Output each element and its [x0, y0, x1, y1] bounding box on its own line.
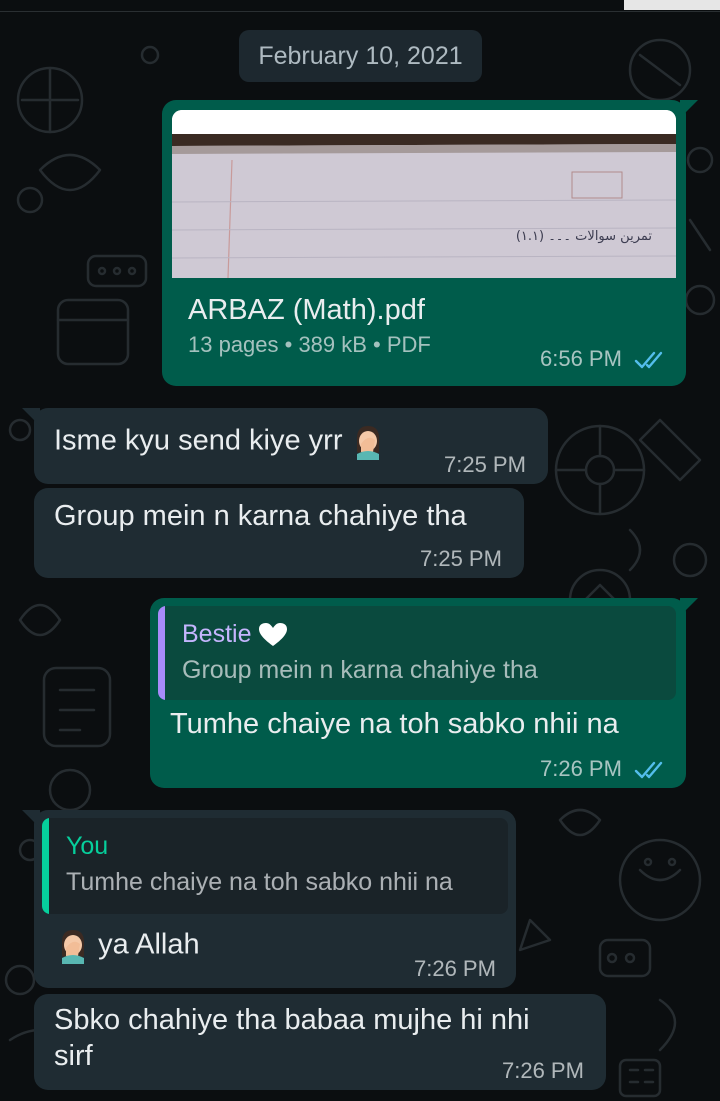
document-file-meta: 13 pages • 389 kB • PDF [188, 332, 431, 357]
message-time: 7:26 PM [502, 1058, 584, 1083]
outgoing-reply-message[interactable]: Bestie Group mein n karna chahiye tha Tu… [150, 598, 686, 788]
quote-author: You [66, 832, 109, 860]
message-time: 7:25 PM [420, 546, 502, 571]
message-text: ya Allah [56, 928, 200, 964]
time-label: 6:56 PM [540, 346, 622, 371]
message-text: Group mein n karna chahiye tha [54, 500, 467, 532]
message-text-label: Isme kyu send kiye yrr [54, 424, 343, 457]
quoted-message[interactable]: Bestie Group mein n karna chahiye tha [158, 606, 676, 700]
bubble-tail [680, 100, 698, 118]
quote-author: Bestie [182, 620, 288, 649]
message-text: Isme kyu send kiye yrr [54, 424, 385, 460]
preview-handwriting: (۱.۱) تمرین سوالات ۔۔۔ [516, 229, 653, 244]
message-text-line-1: Sbko chahiye tha babaa mujhe hi nhi [54, 1004, 530, 1036]
quote-text: Tumhe chaiye na toh sabko nhii na [66, 868, 453, 896]
white-heart-emoji-icon [259, 623, 288, 647]
face-palm-emoji-icon [62, 930, 84, 964]
quote-bar [42, 818, 49, 914]
quote-author-label: Bestie [182, 620, 252, 648]
quote-text: Group mein n karna chahiye tha [182, 656, 538, 684]
document-preview-thumbnail[interactable]: (۱.۱) تمرین سوالات ۔۔۔ [172, 110, 676, 278]
double-check-read-icon [634, 351, 663, 369]
message-time: 6:56 PM [540, 346, 668, 372]
double-check-read-icon [634, 761, 663, 779]
quoted-message[interactable]: You Tumhe chaiye na toh sabko nhii na [42, 818, 508, 914]
incoming-message[interactable]: Sbko chahiye tha babaa mujhe hi nhi sirf… [34, 994, 606, 1090]
incoming-message[interactable]: Isme kyu send kiye yrr 7:25 PM [34, 408, 548, 484]
message-text: Tumhe chaiye na toh sabko nhii na [170, 708, 619, 740]
message-text-line-2: sirf [54, 1040, 93, 1072]
chat-thread[interactable]: February 10, 2021 (۱.۱) تمرین سوالات ۔۔۔… [0, 0, 720, 1101]
quote-bar [158, 606, 165, 700]
face-palm-emoji-icon [356, 426, 379, 460]
document-file-name: ARBAZ (Math).pdf [188, 294, 425, 326]
incoming-reply-message[interactable]: You Tumhe chaiye na toh sabko nhii na ya… [34, 810, 516, 988]
message-time: 7:25 PM [444, 452, 526, 477]
document-message[interactable]: (۱.۱) تمرین سوالات ۔۔۔ ARBAZ (Math).pdf … [162, 100, 686, 386]
message-time: 7:26 PM [540, 756, 668, 782]
bubble-tail [680, 598, 698, 616]
incoming-message[interactable]: Group mein n karna chahiye tha 7:25 PM [34, 488, 524, 578]
message-text-label: ya Allah [98, 928, 200, 961]
date-chip: February 10, 2021 [239, 30, 482, 82]
bubble-tail [22, 810, 40, 828]
bubble-tail [22, 408, 40, 426]
message-time: 7:26 PM [414, 956, 496, 981]
time-label: 7:26 PM [540, 756, 622, 781]
